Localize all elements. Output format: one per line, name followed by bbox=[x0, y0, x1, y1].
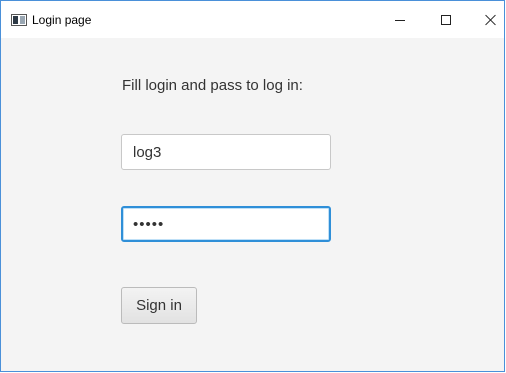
password-field[interactable] bbox=[121, 206, 331, 242]
login-prompt: Fill login and pass to log in: bbox=[122, 77, 303, 94]
login-window: Login page Fill login and pass to log in… bbox=[0, 0, 505, 372]
login-field[interactable] bbox=[121, 134, 331, 170]
minimize-button[interactable] bbox=[377, 1, 423, 38]
close-button[interactable] bbox=[468, 1, 506, 38]
maximize-icon bbox=[441, 14, 451, 25]
title-bar[interactable]: Login page bbox=[1, 0, 504, 38]
maximize-button[interactable] bbox=[423, 1, 469, 38]
sign-in-button[interactable]: Sign in bbox=[121, 287, 197, 324]
window-title: Login page bbox=[32, 13, 92, 27]
minimize-icon bbox=[395, 20, 405, 21]
close-icon bbox=[485, 14, 497, 26]
login-form: Fill login and pass to log in: Sign in bbox=[1, 38, 504, 372]
app-icon bbox=[11, 14, 27, 26]
